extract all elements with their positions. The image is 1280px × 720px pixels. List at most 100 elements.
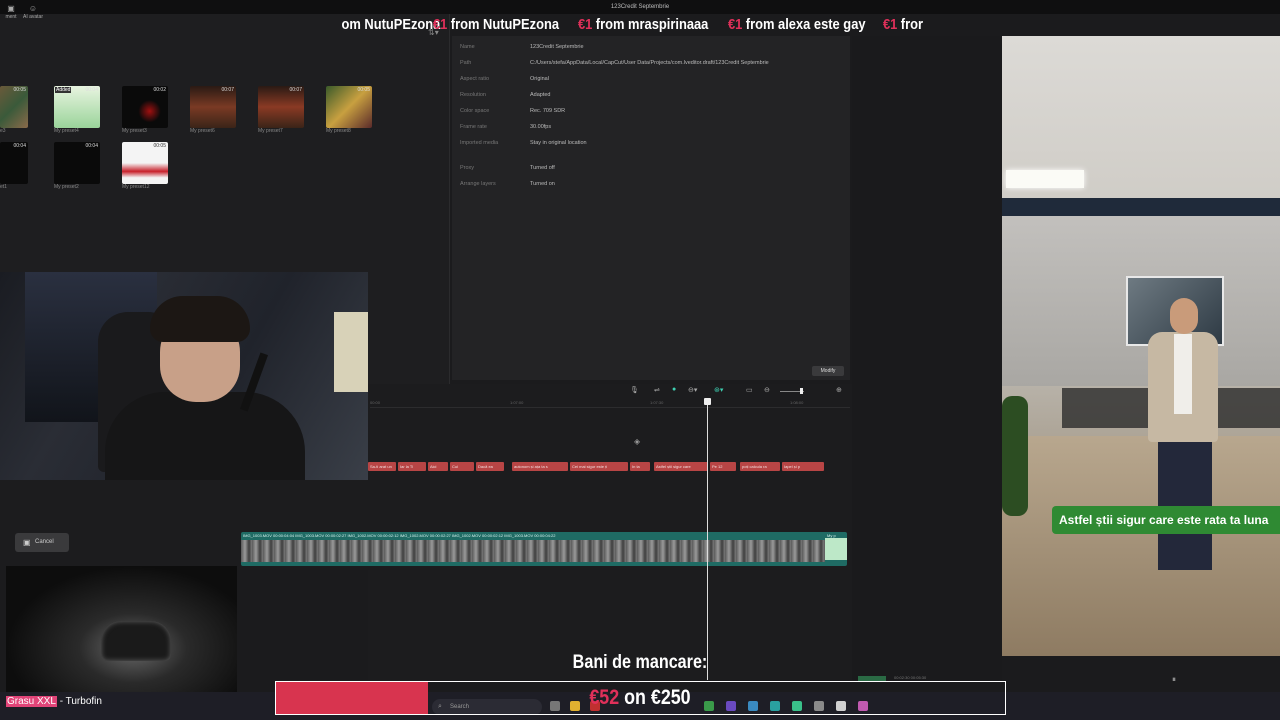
cancel-label: Cancel	[35, 539, 54, 545]
media-item[interactable]: 00:07 My preset6	[190, 86, 236, 134]
caption-track[interactable]: Sa-ti arat un Iar la Ti Aici Cui Dacă ea…	[368, 462, 824, 471]
ruler-tick: 1:08:00	[790, 400, 804, 405]
video-preview[interactable]	[1002, 36, 1280, 656]
playhead-handle[interactable]	[704, 398, 711, 405]
media-item-label: My preset7	[258, 128, 283, 134]
screen: 123Credit Septembrie ▣ ment ☺ AI avatar …	[0, 0, 1280, 720]
media-item[interactable]: 00:05 My preset8	[326, 86, 372, 134]
media-thumbnail: 00:04	[0, 142, 28, 184]
media-thumbnail: 00:02	[122, 86, 168, 128]
zoom-slider-handle[interactable]	[800, 388, 803, 394]
song-artist: Grasu XXL	[6, 696, 57, 707]
detail-row-arrange-layers: Arrange layers Turned on	[460, 181, 555, 187]
cancel-button[interactable]: ▣ Cancel	[15, 533, 69, 552]
comment-icon[interactable]: ▭	[746, 386, 753, 394]
media-item-label: My preset12	[122, 184, 150, 190]
goal-current: €52	[589, 686, 620, 709]
video-clip-frames[interactable]	[241, 540, 825, 562]
media-item-label: My preset6	[190, 128, 215, 134]
caption-clip[interactable]: autonom și ața ta s	[512, 462, 568, 471]
ceiling-beam	[1002, 198, 1280, 216]
media-item[interactable]: 00:04 et1	[0, 142, 28, 190]
timeline-toolbar: 🎙 ⇌ ● ⊖▾ ⊛▾ ▭ ⊖ ⊕	[630, 386, 850, 398]
caption-clip[interactable]: Iapel și p	[782, 462, 824, 471]
media-thumbnail: 00:04 Added	[54, 86, 100, 128]
streamer-shirt	[105, 392, 305, 480]
media-item[interactable]: 00:02 My preset3	[122, 86, 168, 134]
presenter-pants	[1158, 440, 1212, 570]
media-item[interactable]: 00:05 My preset12	[122, 142, 168, 190]
marker-icon[interactable]: ◈	[634, 437, 640, 446]
pause-icon[interactable]: ⏸	[1172, 675, 1176, 685]
detail-row-proxy: Proxy Turned off	[460, 165, 555, 171]
caption-clip[interactable]: Astfel știi sigur care	[654, 462, 708, 471]
video-clip-end[interactable]	[825, 538, 847, 560]
playhead[interactable]	[707, 398, 708, 680]
media-thumbnail: 00:04	[54, 142, 100, 184]
goal-separator: on	[619, 686, 651, 709]
caption-clip[interactable]: Cei mai sigur este ți	[570, 462, 628, 471]
media-thumbnail: 00:05	[0, 86, 28, 128]
player-controls	[1002, 656, 1280, 680]
media-tab[interactable]: ▣ ment	[0, 4, 22, 26]
caption-clip[interactable]: In ta	[630, 462, 650, 471]
cancel-icon: ▣	[23, 538, 31, 547]
media-item[interactable]: 00:04 My preset2	[54, 142, 100, 190]
caption-clip[interactable]: Dacă ea	[476, 462, 504, 471]
video-subtitle: Astfel știi sigur care este rata ta luna	[1052, 506, 1280, 534]
streamer-hair	[150, 296, 250, 342]
goal-target: €250	[650, 686, 691, 709]
ai-avatar-tab[interactable]: ☺ AI avatar	[22, 4, 44, 26]
video-clip-labels: IMG_1003.MOV 00:00:04:04 IMG_1003.MOV 00…	[243, 533, 556, 538]
media-item-label: e3	[0, 128, 6, 134]
preview-axis-icon[interactable]: ⊖▾	[688, 386, 697, 394]
media-item-label: My preset8	[326, 128, 351, 134]
media-thumbnail: 00:05	[122, 142, 168, 184]
media-item-label: et1	[0, 184, 7, 190]
link-icon[interactable]: ⇌	[654, 386, 660, 394]
detail-row-aspect-ratio: Aspect ratio Original	[460, 76, 549, 82]
detail-row-color-space: Color space Rec. 709 SDR	[460, 108, 566, 114]
ai-avatar-tab-label: AI avatar	[22, 14, 43, 20]
detail-row-frame-rate: Frame rate 30.00fps	[460, 124, 552, 130]
caption-clip[interactable]: Pe 12	[710, 462, 736, 471]
timeline-ruler[interactable]: 00:00 1:07:00 1:07:30 1:08:00	[370, 398, 850, 408]
detail-row-imported-media: Imported media Stay in original location	[460, 140, 587, 146]
microphone-icon[interactable]: 🎙	[630, 386, 639, 394]
media-item[interactable]: 00:07 My preset7	[258, 86, 304, 134]
plant	[1002, 396, 1028, 516]
magnet-icon[interactable]: ●	[672, 386, 676, 393]
ruler-tick: 1:07:30	[650, 400, 664, 405]
player-side-area	[852, 36, 1002, 680]
caption-clip[interactable]: poți calcula ra	[740, 462, 780, 471]
presenter-shirt	[1174, 334, 1192, 414]
caption-clip[interactable]: Sa-ti arat un	[368, 462, 396, 471]
media-item[interactable]: 00:05 e3	[0, 86, 28, 134]
zoom-in-icon[interactable]: ⊕	[836, 386, 842, 394]
modify-button[interactable]: Modify	[812, 366, 844, 376]
detail-row-path: Path C:/Users/stefa/AppData/Local/CapCut/…	[460, 60, 769, 66]
media-item[interactable]: 00:04 Added My preset4	[54, 86, 100, 134]
snap-icon[interactable]: ⊛▾	[714, 386, 723, 394]
avatar-icon: ☺	[28, 4, 38, 13]
caption-clip[interactable]: Aici	[428, 462, 448, 471]
goal-title: Bani de mancare:	[572, 652, 708, 673]
ceiling-light	[1006, 170, 1084, 188]
ticker-item: €1 from mraspirinaaa	[578, 16, 709, 33]
donation-ticker: om NutuPEzona €1 from NutuPEzona €1 from m…	[338, 14, 944, 36]
goal-amount: €52 on €250	[521, 683, 759, 713]
rotary-phone	[101, 621, 171, 661]
media-thumbnail: 00:05	[326, 86, 372, 128]
added-badge: Added	[55, 87, 72, 93]
now-playing: Grasu XXL - Turbofin	[6, 695, 102, 709]
media-item-label: My preset2	[54, 184, 79, 190]
time-readout: 00:02:30 00:05:30	[894, 675, 927, 680]
media-item-label: My preset3	[122, 128, 147, 134]
zoom-out-icon[interactable]: ⊖	[764, 386, 770, 394]
media-tab-label: ment	[5, 14, 17, 20]
video-track[interactable]: IMG_1003.MOV 00:00:04:04 IMG_1003.MOV 00…	[241, 532, 847, 566]
detail-row-resolution: Resolution Adapted	[460, 92, 551, 98]
media-thumbnail: 00:07	[190, 86, 236, 128]
caption-clip[interactable]: Cui	[450, 462, 474, 471]
caption-clip[interactable]: Iar la Ti	[398, 462, 426, 471]
